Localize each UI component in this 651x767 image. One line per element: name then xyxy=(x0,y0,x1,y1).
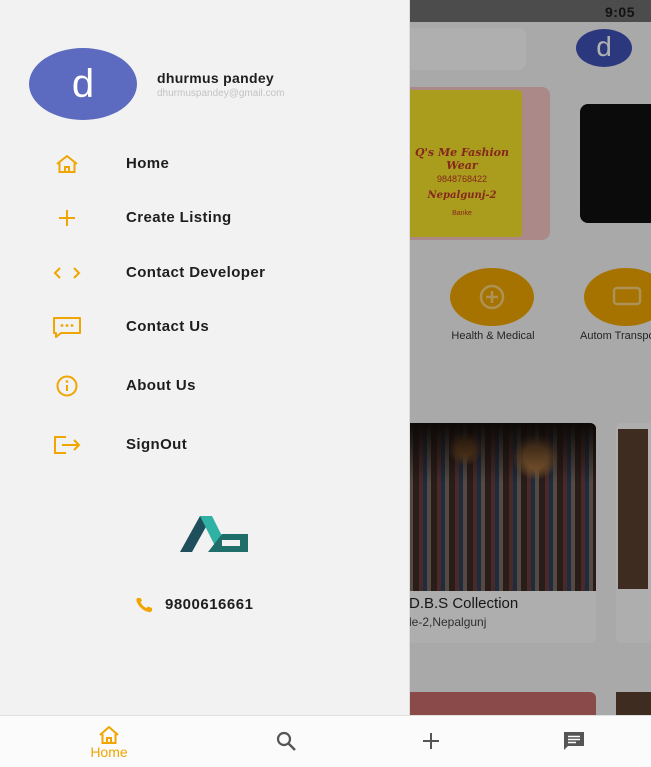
menu-item-create-listing-label: Create Listing xyxy=(126,209,232,226)
menu-item-sign-out[interactable]: SignOut xyxy=(0,423,410,467)
search-icon xyxy=(276,731,296,751)
menu-item-contact-developer[interactable]: Contact Developer xyxy=(0,251,410,295)
menu-item-contact-us-label: Contact Us xyxy=(126,318,210,335)
user-avatar[interactable]: d xyxy=(29,48,137,120)
developer-phone[interactable]: 9800616661 xyxy=(165,596,253,613)
menu-item-create-listing[interactable]: Create Listing xyxy=(0,196,410,240)
user-email: dhurmuspandey@gmail.com xyxy=(157,88,285,99)
bottom-nav: Home xyxy=(0,715,651,767)
app-logo xyxy=(180,516,248,552)
plus-icon xyxy=(59,210,75,226)
menu-item-contact-developer-label: Contact Developer xyxy=(126,264,266,281)
nav-search[interactable] xyxy=(247,716,327,767)
menu-item-about-us[interactable]: About Us xyxy=(0,364,410,408)
navigation-drawer: d dhurmus pandey dhurmuspandey@gmail.com… xyxy=(0,0,410,715)
nav-add[interactable] xyxy=(391,716,471,767)
user-name: dhurmus pandey xyxy=(157,70,274,86)
phone-icon xyxy=(136,598,152,613)
nav-home-label: Home xyxy=(90,744,128,760)
code-icon xyxy=(53,267,81,279)
home-icon xyxy=(99,726,119,744)
menu-item-home[interactable]: Home xyxy=(0,142,410,186)
nav-home[interactable]: Home xyxy=(69,716,149,767)
message-icon xyxy=(53,317,81,338)
info-icon xyxy=(56,375,78,397)
menu-item-about-us-label: About Us xyxy=(126,377,196,394)
nav-messages[interactable] xyxy=(534,716,614,767)
menu-item-sign-out-label: SignOut xyxy=(126,436,188,453)
plus-icon xyxy=(423,733,439,749)
home-icon xyxy=(56,155,78,173)
sign-out-icon xyxy=(54,436,81,454)
menu-item-home-label: Home xyxy=(126,155,170,172)
chat-icon xyxy=(564,732,584,750)
menu-item-contact-us[interactable]: Contact Us xyxy=(0,305,410,349)
